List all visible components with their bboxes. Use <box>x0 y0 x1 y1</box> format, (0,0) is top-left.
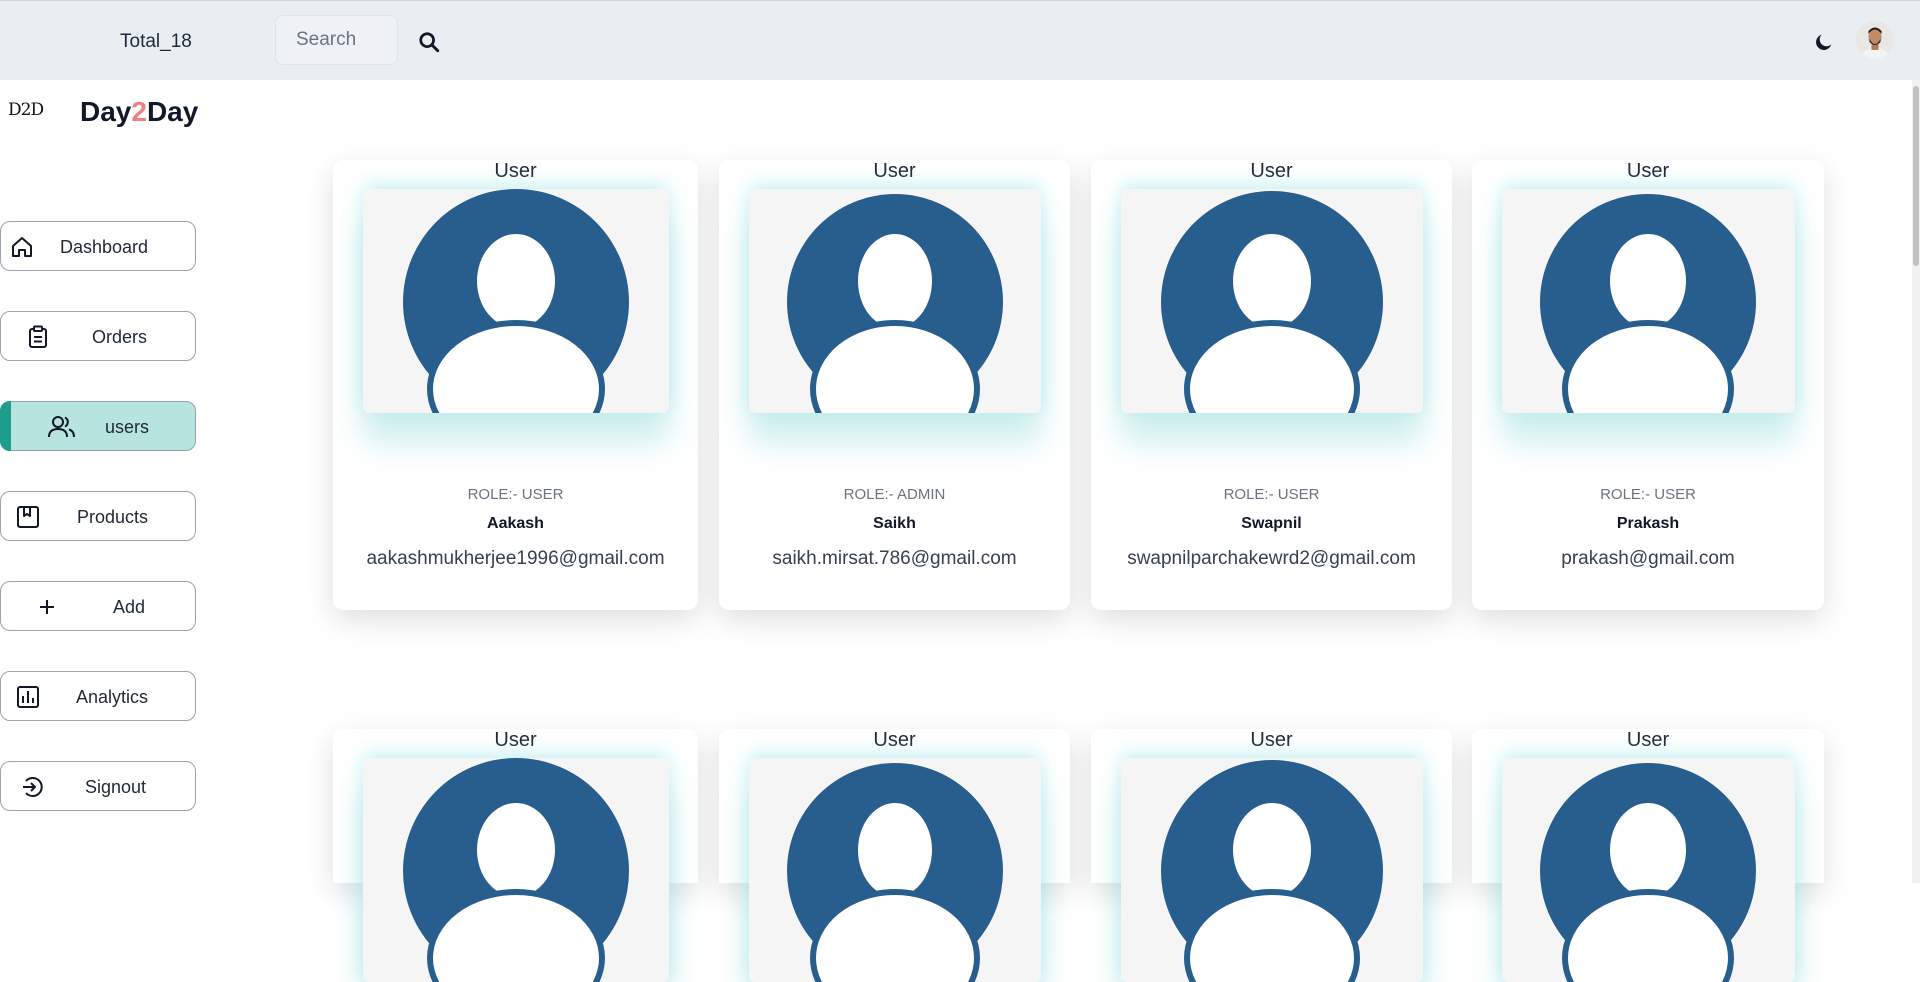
scrollbar[interactable] <box>1912 80 1920 883</box>
total-count: Total_18 <box>120 31 192 52</box>
sidebar-item-label: Products <box>77 507 149 527</box>
user-avatar-image <box>363 189 669 413</box>
sidebar-item-label: Dashboard <box>60 237 149 257</box>
bookmark-box-icon <box>15 504 41 530</box>
sidebar-item-signout[interactable]: Signout <box>0 761 196 811</box>
card-title: User <box>494 160 537 182</box>
user-role: ROLE:- USER <box>1223 486 1320 503</box>
home-icon <box>9 234 35 260</box>
scrollbar-thumb[interactable] <box>1913 86 1919 266</box>
card-title: User <box>1626 160 1670 182</box>
signout-icon <box>20 774 46 800</box>
card-title: User <box>873 160 916 182</box>
user-card[interactable]: User <box>719 729 1070 982</box>
sidebar-item-products[interactable]: Products <box>0 491 196 541</box>
user-name: Saikh <box>873 515 916 532</box>
brand-name: Day2Day <box>80 96 199 127</box>
profile-avatar[interactable] <box>1856 21 1894 59</box>
user-name: Swapnil <box>1241 515 1302 532</box>
user-card[interactable]: User <box>333 729 698 982</box>
user-card[interactable]: User ROLE:- USER Aakash aakashmukherjee1… <box>333 160 698 610</box>
sidebar-item-label: Add <box>113 597 146 617</box>
user-avatar-image <box>1121 758 1423 982</box>
search-icon[interactable] <box>418 31 440 53</box>
moon-icon[interactable] <box>1813 31 1835 53</box>
user-role: ROLE:- USER <box>467 486 564 503</box>
sidebar-item-label: Analytics <box>76 687 149 707</box>
sidebar-item-analytics[interactable]: Analytics <box>0 671 196 721</box>
card-title: User <box>494 729 537 751</box>
user-card[interactable]: User ROLE:- USER Prakash prakash@gmail.c… <box>1472 160 1824 610</box>
user-email: prakash@gmail.com <box>1561 548 1735 569</box>
user-name: Prakash <box>1616 515 1680 532</box>
clipboard-icon <box>25 324 51 350</box>
plus-icon <box>34 594 60 620</box>
user-avatar-image <box>749 758 1041 982</box>
user-role: ROLE:- ADMIN <box>843 486 946 503</box>
user-avatar-image <box>749 189 1041 413</box>
top-bar: Total_18 <box>0 0 1920 80</box>
sidebar-item-label: Signout <box>85 777 147 797</box>
user-email: aakashmukherjee1996@gmail.com <box>366 548 665 569</box>
sidebar-item-label: users <box>105 417 150 437</box>
user-avatar-image <box>1502 758 1795 982</box>
sidebar-item-add[interactable]: Add <box>0 581 196 631</box>
logo-icon: D2D <box>8 100 44 120</box>
user-card[interactable]: User <box>1472 729 1824 982</box>
card-title: User <box>873 729 916 751</box>
user-card[interactable]: User ROLE:- USER Swapnil swapnilparchake… <box>1091 160 1452 610</box>
user-card[interactable]: User <box>1091 729 1452 982</box>
sidebar-item-users[interactable]: users <box>0 401 196 451</box>
sidebar-item-label: Orders <box>92 327 148 347</box>
sidebar-item-dashboard[interactable]: Dashboard <box>0 221 196 271</box>
sidebar-item-orders[interactable]: Orders <box>0 311 196 361</box>
user-card[interactable]: User ROLE:- ADMIN Saikh saikh.mirsat.786… <box>719 160 1070 610</box>
user-email: swapnilparchakewrd2@gmail.com <box>1127 548 1416 569</box>
user-role: ROLE:- USER <box>1600 486 1696 503</box>
search-input[interactable] <box>275 15 398 65</box>
user-avatar-image <box>363 758 669 982</box>
card-title: User <box>1626 729 1670 751</box>
users-icon <box>47 414 75 440</box>
card-title: User <box>1250 729 1293 751</box>
user-avatar-image <box>1502 189 1795 413</box>
bar-chart-icon <box>15 684 41 710</box>
card-title: User <box>1250 160 1293 182</box>
user-name: Aakash <box>487 515 544 532</box>
user-avatar-image <box>1121 189 1423 413</box>
user-email: saikh.mirsat.786@gmail.com <box>772 548 1017 569</box>
